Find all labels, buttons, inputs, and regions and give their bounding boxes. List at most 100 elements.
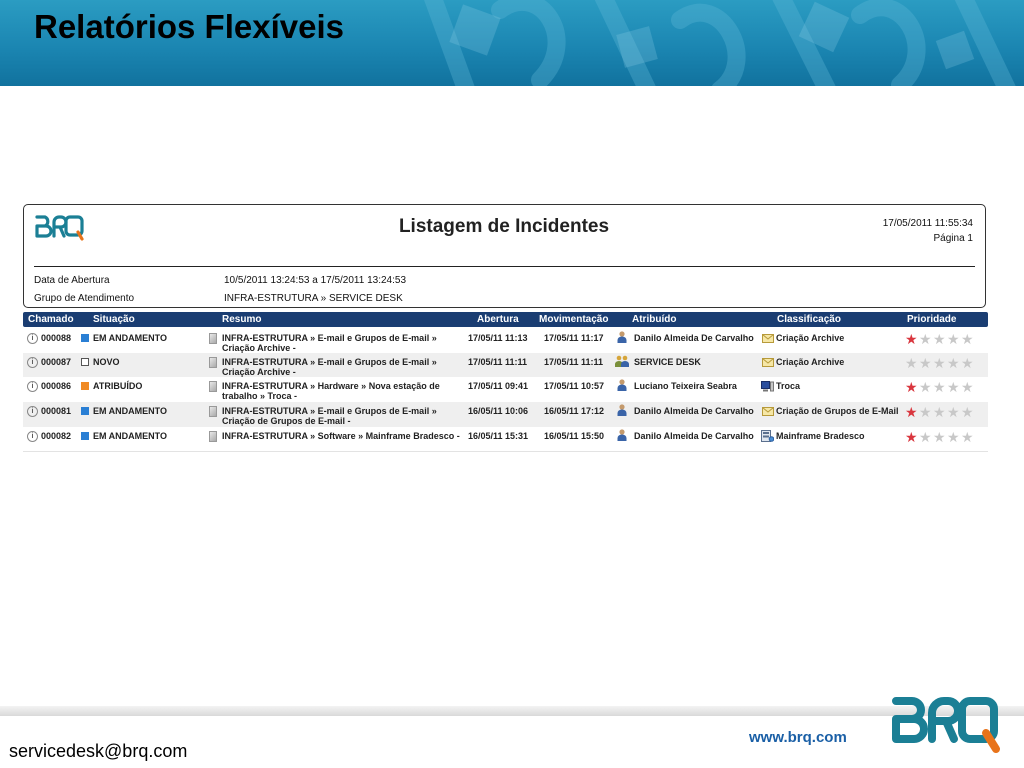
status-blue-square-icon: [81, 407, 89, 415]
column-header-prioridade[interactable]: Prioridade: [907, 314, 956, 325]
info-icon[interactable]: i: [27, 333, 38, 344]
star-empty-icon: ★: [947, 379, 960, 395]
incident-opened: 17/05/11 09:41: [468, 381, 529, 391]
star-filled-icon: ★: [905, 404, 918, 420]
column-header-movimentacao[interactable]: Movimentação: [539, 314, 608, 325]
info-icon[interactable]: i: [27, 381, 38, 392]
server-icon: [761, 430, 774, 442]
document-icon: [209, 333, 217, 344]
report-title: Listagem de Incidentes: [398, 216, 610, 237]
star-empty-icon: ★: [961, 331, 974, 347]
status-orange-square-icon: [81, 382, 89, 390]
star-empty-icon: ★: [933, 379, 946, 395]
star-empty-icon: ★: [961, 429, 974, 445]
incident-id[interactable]: 000086: [41, 381, 71, 391]
incident-status: NOVO: [93, 357, 120, 367]
priority-rating: ★ ★ ★ ★ ★: [905, 380, 977, 394]
star-empty-icon: ★: [919, 404, 932, 420]
report-header-frame: Listagem de Incidentes 17/05/2011 11:55:…: [23, 204, 986, 308]
priority-rating: ★ ★ ★ ★ ★: [905, 405, 977, 419]
envelope-icon: [762, 358, 774, 367]
star-empty-icon: ★: [933, 429, 946, 445]
user-icon: [617, 429, 627, 441]
table-row[interactable]: i 000086 ATRIBUÍDO INFRA-ESTRUTURA » Har…: [23, 377, 988, 402]
incident-id[interactable]: 000088: [41, 333, 71, 343]
priority-rating: ★ ★ ★ ★ ★: [905, 356, 977, 370]
column-header-abertura[interactable]: Abertura: [477, 314, 519, 325]
computer-icon: [761, 381, 774, 392]
column-header-resumo[interactable]: Resumo: [222, 314, 261, 325]
footer-divider: [0, 706, 1024, 716]
footer-email[interactable]: servicedesk@brq.com: [9, 741, 187, 762]
star-empty-icon: ★: [947, 355, 960, 371]
star-filled-icon: ★: [905, 429, 918, 445]
star-empty-icon: ★: [947, 331, 960, 347]
status-empty-square-icon: [81, 358, 89, 366]
info-icon[interactable]: i: [27, 357, 38, 368]
info-icon[interactable]: i: [27, 431, 38, 442]
incident-assignee: Danilo Almeida De Carvalho: [634, 431, 754, 441]
user-icon: [617, 379, 627, 391]
table-header: Chamado Situação Resumo Abertura Movimen…: [23, 312, 988, 327]
incident-summary[interactable]: INFRA-ESTRUTURA » Hardware » Nova estaçã…: [222, 381, 452, 401]
envelope-icon: [762, 334, 774, 343]
incident-summary[interactable]: INFRA-ESTRUTURA » E-mail e Grupos de E-m…: [222, 406, 452, 426]
column-header-chamado[interactable]: Chamado: [28, 314, 74, 325]
column-header-classificacao[interactable]: Classificação: [777, 314, 841, 325]
incident-assignee: Danilo Almeida De Carvalho: [634, 333, 754, 343]
incident-classification: Mainframe Bradesco: [776, 431, 865, 441]
star-empty-icon: ★: [947, 404, 960, 420]
star-filled-icon: ★: [905, 379, 918, 395]
incident-moved: 16/05/11 15:50: [544, 431, 605, 441]
column-header-atribuido[interactable]: Atribuído: [632, 314, 676, 325]
incident-id[interactable]: 000082: [41, 431, 71, 441]
incident-opened: 17/05/11 11:11: [468, 357, 528, 367]
incident-classification: Criação de Grupos de E-Mail: [776, 406, 899, 416]
table-row[interactable]: i 000088 EM ANDAMENTO INFRA-ESTRUTURA » …: [23, 329, 988, 353]
star-empty-icon: ★: [961, 404, 974, 420]
status-blue-square-icon: [81, 334, 89, 342]
star-empty-icon: ★: [961, 379, 974, 395]
user-icon: [617, 404, 627, 416]
footer-url-link[interactable]: www.brq.com: [749, 729, 847, 746]
document-icon: [209, 357, 217, 368]
document-icon: [209, 431, 217, 442]
incident-moved: 16/05/11 17:12: [544, 406, 605, 416]
incident-status: ATRIBUÍDO: [93, 381, 143, 391]
incident-assignee: Luciano Teixeira Seabra: [634, 381, 737, 391]
incident-moved: 17/05/11 10:57: [544, 381, 605, 391]
incident-id[interactable]: 000087: [41, 357, 71, 367]
table-row[interactable]: i 000082 EM ANDAMENTO INFRA-ESTRUTURA » …: [23, 427, 988, 452]
incident-assignee: Danilo Almeida De Carvalho: [634, 406, 754, 416]
table-row[interactable]: i 000081 EM ANDAMENTO INFRA-ESTRUTURA » …: [23, 402, 988, 427]
incident-moved: 17/05/11 11:11: [544, 357, 604, 367]
priority-rating: ★ ★ ★ ★ ★: [905, 430, 977, 444]
brq-footer-logo-icon: [892, 697, 1000, 753]
status-blue-square-icon: [81, 432, 89, 440]
star-empty-icon: ★: [933, 404, 946, 420]
report-date: 17/05/2011 11:55:34: [882, 218, 973, 229]
star-empty-icon: ★: [919, 331, 932, 347]
incident-status: EM ANDAMENTO: [93, 333, 167, 343]
incident-status: EM ANDAMENTO: [93, 406, 167, 416]
priority-rating: ★ ★ ★ ★ ★: [905, 332, 977, 346]
incident-opened: 16/05/11 10:06: [468, 406, 529, 416]
star-empty-icon: ★: [947, 429, 960, 445]
filter-value: INFRA-ESTRUTURA » SERVICE DESK: [224, 293, 403, 304]
star-empty-icon: ★: [905, 355, 918, 371]
incident-classification: Criação Archive: [776, 357, 845, 367]
table-row[interactable]: i 000087 NOVO INFRA-ESTRUTURA » E-mail e…: [23, 353, 988, 377]
incident-classification: Troca: [776, 381, 801, 391]
star-empty-icon: ★: [919, 429, 932, 445]
incident-summary[interactable]: INFRA-ESTRUTURA » Software » Mainframe B…: [222, 431, 462, 441]
incident-summary[interactable]: INFRA-ESTRUTURA » E-mail e Grupos de E-m…: [222, 357, 452, 377]
star-empty-icon: ★: [933, 355, 946, 371]
info-icon[interactable]: i: [27, 406, 38, 417]
incident-summary[interactable]: INFRA-ESTRUTURA » E-mail e Grupos de E-m…: [222, 333, 452, 353]
document-icon: [209, 381, 217, 392]
document-icon: [209, 406, 217, 417]
incident-moved: 17/05/11 11:17: [544, 333, 604, 343]
incident-id[interactable]: 000081: [41, 406, 71, 416]
star-empty-icon: ★: [933, 331, 946, 347]
column-header-situacao[interactable]: Situação: [93, 314, 135, 325]
